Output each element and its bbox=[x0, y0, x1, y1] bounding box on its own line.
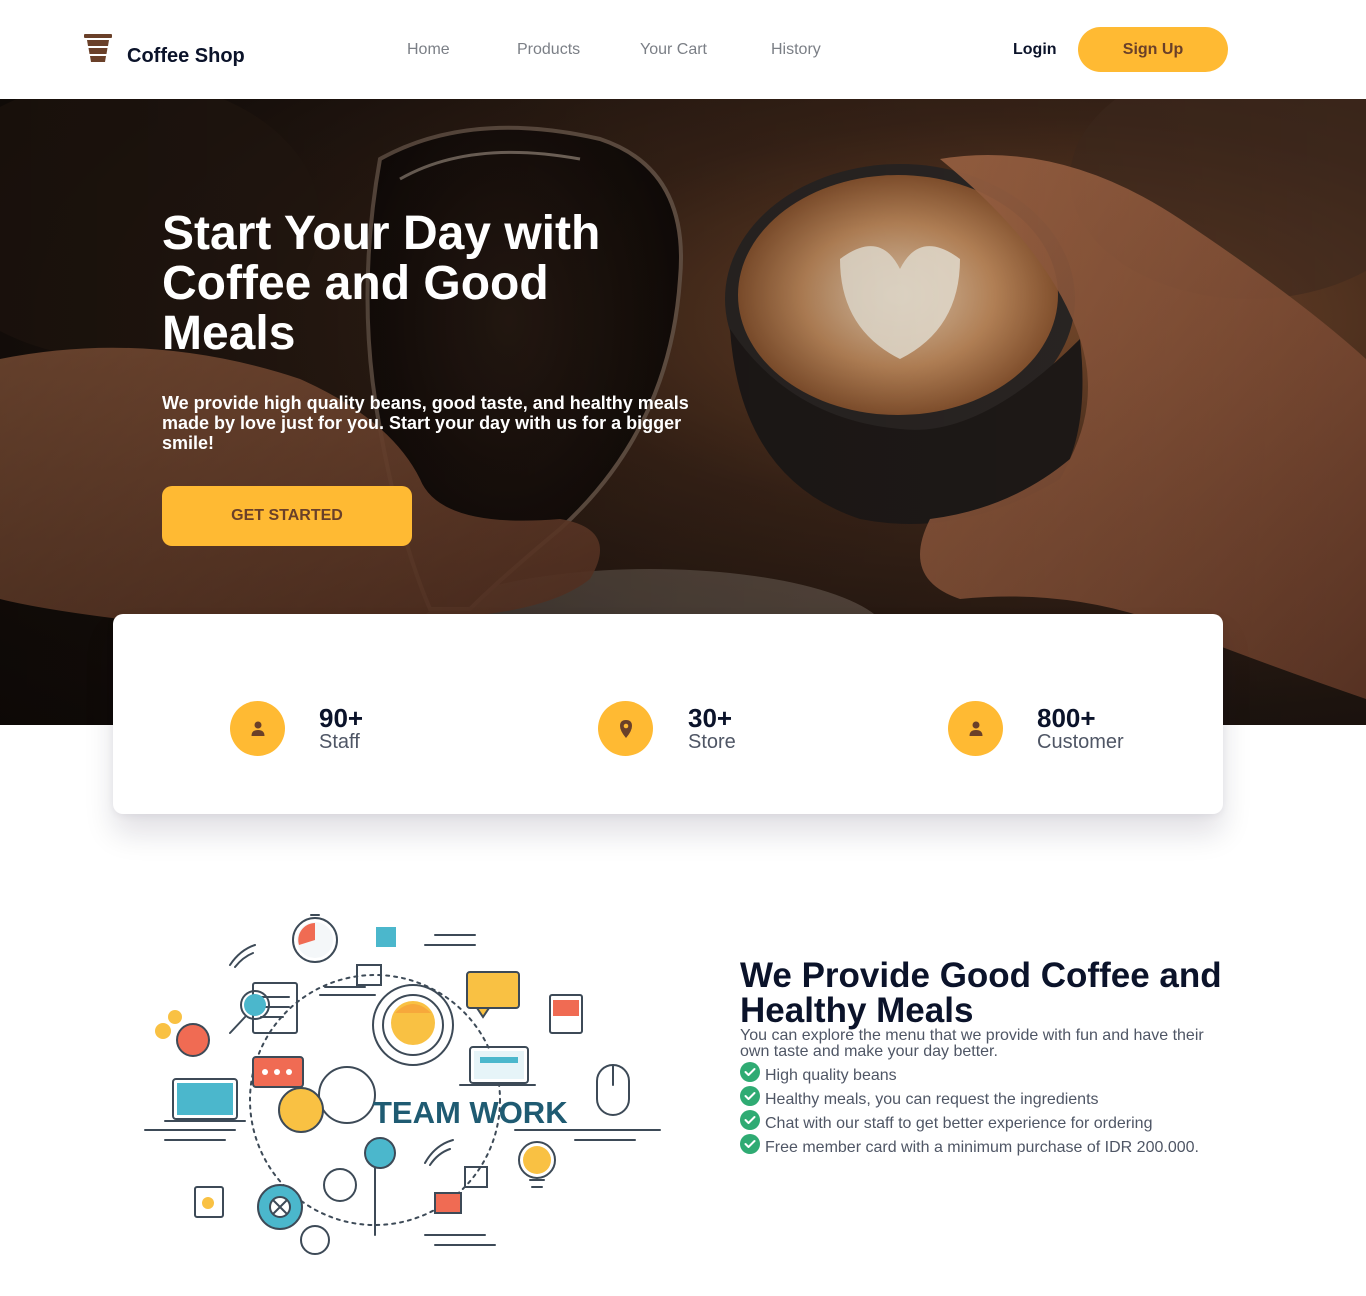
stat-value: 30+ bbox=[688, 702, 733, 733]
list-item-label: Healthy meals, you can request the ingre… bbox=[765, 1091, 1099, 1108]
feature-title: We Provide Good Coffee and Healthy Meals bbox=[740, 956, 1222, 1030]
check-icon bbox=[740, 1134, 760, 1154]
navbar: Coffee Shop Home Products Your Cart Hist… bbox=[0, 0, 1366, 99]
stat-staff: 90+ Staff bbox=[230, 701, 363, 756]
check-icon bbox=[740, 1110, 760, 1130]
location-pin-icon bbox=[598, 701, 653, 756]
nav-link-home[interactable]: Home bbox=[407, 38, 450, 62]
stat-text: 30+ Store bbox=[688, 705, 736, 753]
get-started-button[interactable]: GET STARTED bbox=[162, 486, 412, 546]
check-icon bbox=[740, 1062, 760, 1082]
list-item-label: Free member card with a minimum purchase… bbox=[765, 1139, 1199, 1156]
check-icon bbox=[740, 1086, 760, 1106]
nav-link-history[interactable]: History bbox=[771, 38, 821, 62]
feature-description: You can explore the menu that we provide… bbox=[740, 1027, 1204, 1060]
team-work-illustration: TEAM WORK bbox=[144, 914, 661, 1255]
stat-label: Store bbox=[688, 730, 736, 753]
signup-button[interactable]: Sign Up bbox=[1078, 27, 1228, 72]
list-item: Chat with our staff to get better experi… bbox=[740, 1110, 1199, 1136]
stat-value: 800+ bbox=[1037, 702, 1096, 733]
user-icon bbox=[230, 701, 285, 756]
list-item: Healthy meals, you can request the ingre… bbox=[740, 1086, 1199, 1112]
stat-text: 90+ Staff bbox=[319, 705, 363, 753]
team-work-label: TEAM WORK bbox=[373, 1095, 568, 1130]
stat-value: 90+ bbox=[319, 702, 364, 733]
list-item-label: Chat with our staff to get better experi… bbox=[765, 1115, 1153, 1132]
stat-label: Customer bbox=[1037, 730, 1124, 753]
list-item: High quality beans bbox=[740, 1062, 1199, 1088]
hero-title: Start Your Day with Coffee and Good Meal… bbox=[162, 207, 601, 360]
list-item-label: High quality beans bbox=[765, 1067, 897, 1084]
user-icon bbox=[948, 701, 1003, 756]
stat-text: 800+ Customer bbox=[1037, 705, 1124, 753]
nav-link-your-cart[interactable]: Your Cart bbox=[640, 38, 707, 62]
feature-list: High quality beans Healthy meals, you ca… bbox=[740, 1062, 1199, 1160]
stat-customer: 800+ Customer bbox=[948, 701, 1124, 756]
hero-subtitle: We provide high quality beans, good tast… bbox=[162, 393, 689, 453]
list-item: Free member card with a minimum purchase… bbox=[740, 1134, 1199, 1160]
login-link[interactable]: Login bbox=[1013, 38, 1057, 62]
stat-label: Staff bbox=[319, 730, 360, 753]
stat-store: 30+ Store bbox=[598, 701, 736, 756]
nav-link-products[interactable]: Products bbox=[517, 38, 580, 62]
stats-card: 90+ Staff 30+ Store 800+ Customer bbox=[113, 614, 1223, 814]
